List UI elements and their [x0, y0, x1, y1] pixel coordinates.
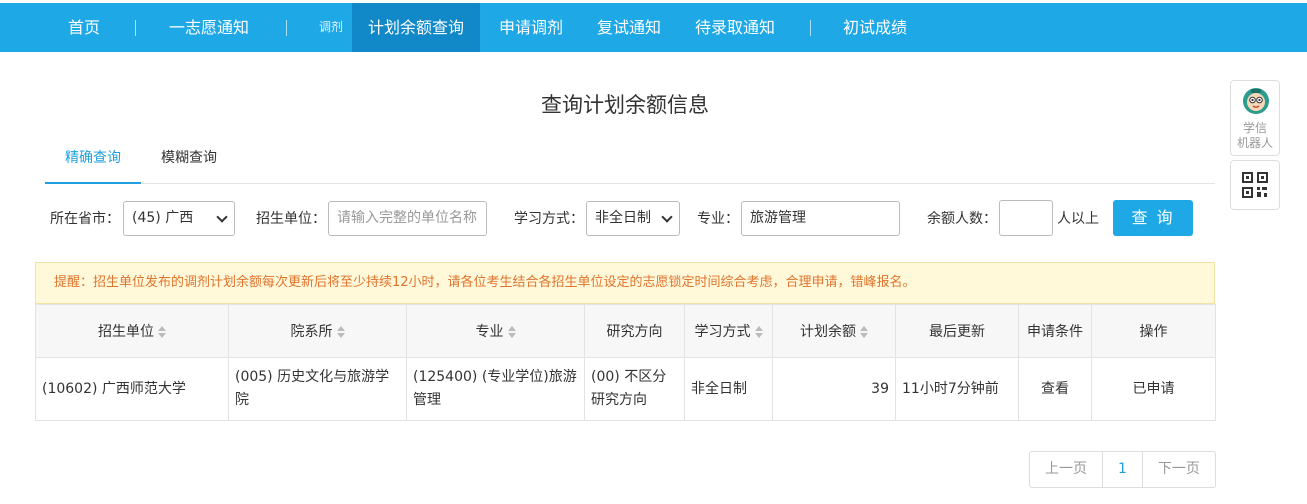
- cell-action-status: 已申请: [1091, 357, 1216, 421]
- nav-separator: [810, 20, 811, 36]
- tab-exact-query[interactable]: 精确查询: [45, 140, 141, 184]
- sort-icon: [860, 326, 868, 338]
- province-select-value: (45) 广西: [132, 210, 194, 226]
- col-header-updated: 最后更新: [895, 304, 1019, 358]
- nav-item-retest-notice[interactable]: 复试通知: [597, 3, 661, 52]
- nav-item-admission-notice[interactable]: 待录取通知: [695, 3, 775, 52]
- cell-direction: (00) 不区分研究方向: [584, 357, 685, 421]
- tab-fuzzy-query[interactable]: 模糊查询: [161, 140, 217, 184]
- cell-major: (125400) (专业学位)旅游管理: [406, 357, 585, 421]
- quota-suffix: 人以上: [1057, 211, 1099, 227]
- robot-assistant-widget[interactable]: 学信 机器人: [1230, 80, 1280, 156]
- cell-mode: 非全日制: [684, 357, 773, 421]
- quota-label: 余额人数：: [927, 211, 997, 227]
- col-header-direction: 研究方向: [584, 304, 685, 358]
- sort-icon: [754, 326, 763, 338]
- study-mode-select-value: 非全日制: [595, 210, 651, 226]
- nav-item-quota-query[interactable]: 计划余额查询: [352, 3, 481, 52]
- robot-label-line1: 学信: [1242, 121, 1267, 135]
- study-mode-select[interactable]: 非全日制: [586, 201, 680, 236]
- province-select[interactable]: (45) 广西: [123, 201, 235, 236]
- col-header-dept[interactable]: 院系所: [228, 304, 407, 358]
- qr-code-widget[interactable]: [1230, 160, 1280, 210]
- cell-dept: (005) 历史文化与旅游学院: [228, 357, 407, 421]
- table-row: (10602) 广西师范大学 (005) 历史文化与旅游学院 (125400) …: [35, 357, 1216, 421]
- table-header-row: 招生单位 院系所 专业 研究方向 学习方式 计划余额 最后更新 申请条件 操作: [35, 304, 1216, 358]
- cell-updated: 11小时7分钟前: [895, 357, 1019, 421]
- query-tabs: 精确查询 模糊查询: [45, 140, 1215, 184]
- unit-label: 招生单位：: [256, 211, 326, 227]
- cell-unit-link[interactable]: (10602) 广西师范大学: [35, 357, 229, 421]
- sort-icon: [158, 326, 166, 338]
- col-header-major[interactable]: 专业: [406, 304, 585, 358]
- sort-icon: [336, 326, 345, 338]
- col-header-condition: 申请条件: [1018, 304, 1092, 358]
- nav-item-apply-adjust[interactable]: 申请调剂: [499, 3, 563, 52]
- view-condition-link[interactable]: 查看: [1018, 357, 1092, 421]
- quota-table: 招生单位 院系所 专业 研究方向 学习方式 计划余额 最后更新 申请条件 操作 …: [35, 304, 1216, 421]
- nav-separator: [135, 20, 136, 36]
- page-title: 查询计划余额信息: [541, 93, 709, 117]
- nav-separator: [286, 20, 287, 36]
- prev-page-button[interactable]: 上一页: [1030, 452, 1103, 487]
- pagination: 上一页 1 下一页: [1029, 451, 1216, 488]
- chevron-down-icon: [216, 211, 228, 223]
- robot-label-line2: 机器人: [1236, 136, 1273, 150]
- nav-item-first-choice[interactable]: 一志愿通知: [169, 3, 249, 52]
- col-header-quota[interactable]: 计划余额: [772, 304, 896, 358]
- sort-icon: [507, 326, 516, 338]
- major-label: 专业：: [697, 211, 739, 227]
- notice-banner: 提醒：招生单位发布的调剂计划余额每次更新后将至少持续12小时，请各位考生结合各招…: [35, 262, 1215, 304]
- nav-item-exam-scores[interactable]: 初试成绩: [843, 3, 907, 52]
- chevron-down-icon: [661, 211, 673, 223]
- quota-input[interactable]: [999, 200, 1053, 236]
- col-header-mode[interactable]: 学习方式: [684, 304, 773, 358]
- nav-item-home[interactable]: 首页: [68, 3, 100, 52]
- qr-code-icon: [1242, 172, 1268, 198]
- unit-input[interactable]: 请输入完整的单位名称: [328, 201, 487, 236]
- top-nav: 首页 一志愿通知 调剂 计划余额查询 申请调剂 复试通知 待录取通知 初试成绩: [0, 3, 1307, 52]
- robot-icon: [1243, 88, 1269, 114]
- cell-quota: 39: [772, 357, 896, 421]
- col-header-action: 操作: [1091, 304, 1216, 358]
- next-page-button[interactable]: 下一页: [1143, 452, 1215, 487]
- current-page[interactable]: 1: [1103, 452, 1143, 487]
- col-header-unit[interactable]: 招生单位: [35, 304, 229, 358]
- major-input[interactable]: 旅游管理: [741, 201, 900, 236]
- query-button[interactable]: 查 询: [1113, 200, 1193, 236]
- nav-section-label: 调剂: [319, 20, 344, 34]
- study-mode-label: 学习方式：: [514, 211, 584, 227]
- province-label: 所在省市：: [50, 211, 120, 227]
